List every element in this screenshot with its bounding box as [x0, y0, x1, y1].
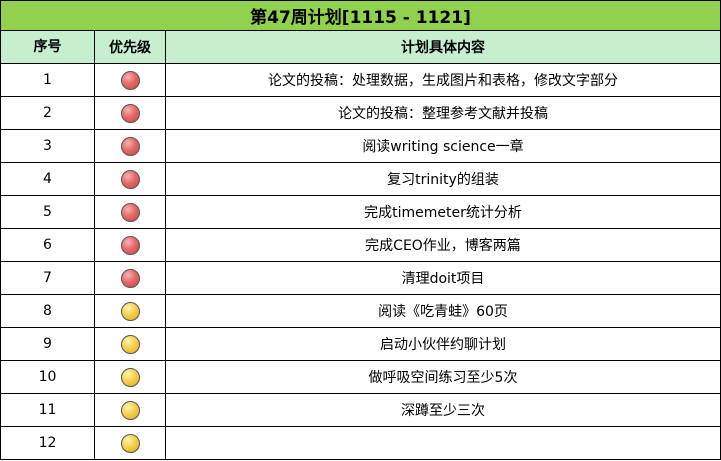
red-priority-circle-icon: [120, 103, 140, 123]
red-priority-circle-icon: [120, 202, 140, 222]
task-cell[interactable]: 完成timemeter统计分析: [165, 195, 721, 229]
header-priority[interactable]: 优先级: [94, 30, 166, 64]
red-priority-circle-icon: [120, 268, 140, 288]
task-cell[interactable]: 清理doit项目: [165, 261, 721, 295]
priority-cell[interactable]: [94, 393, 166, 427]
spreadsheet-area: 第47周计划[1115 - 1121] 序号 优先级 计划具体内容 1 论文的投稿…: [0, 0, 721, 461]
yellow-priority-circle-icon: [120, 433, 140, 453]
row-number-cell[interactable]: 6: [0, 228, 95, 262]
priority-cell[interactable]: [94, 228, 166, 262]
priority-cell[interactable]: [94, 360, 166, 394]
task-cell[interactable]: 做呼吸空间练习至少5次: [165, 360, 721, 394]
red-priority-circle-icon: [120, 235, 140, 255]
task-cell[interactable]: 完成CEO作业，博客两篇: [165, 228, 721, 262]
table-row: 2 论文的投稿：整理参考文献并投稿: [0, 96, 721, 130]
header-number[interactable]: 序号: [0, 30, 95, 64]
priority-cell[interactable]: [94, 195, 166, 229]
row-number-cell[interactable]: 8: [0, 294, 95, 328]
row-number-cell[interactable]: 7: [0, 261, 95, 295]
row-number-cell[interactable]: 2: [0, 96, 95, 130]
row-number-cell[interactable]: 11: [0, 393, 95, 427]
title-row: 第47周计划[1115 - 1121]: [0, 0, 721, 31]
row-number-cell[interactable]: 12: [0, 426, 95, 460]
row-number-cell[interactable]: 9: [0, 327, 95, 361]
task-cell[interactable]: 深蹲至少三次: [165, 393, 721, 427]
plan-title[interactable]: 第47周计划[1115 - 1121]: [0, 0, 721, 31]
priority-cell[interactable]: [94, 96, 166, 130]
table-row: 1 论文的投稿：处理数据，生成图片和表格，修改文字部分: [0, 63, 721, 97]
table-row: 9 启动小伙伴约聊计划: [0, 327, 721, 361]
task-cell[interactable]: 阅读writing science一章: [165, 129, 721, 163]
table-row: 12: [0, 426, 721, 460]
yellow-priority-circle-icon: [120, 334, 140, 354]
task-cell[interactable]: 论文的投稿：处理数据，生成图片和表格，修改文字部分: [165, 63, 721, 97]
red-priority-circle-icon: [120, 169, 140, 189]
table-row: 7 清理doit项目: [0, 261, 721, 295]
priority-cell[interactable]: [94, 63, 166, 97]
table-row: 6 完成CEO作业，博客两篇: [0, 228, 721, 262]
weekly-plan-table: 第47周计划[1115 - 1121] 序号 优先级 计划具体内容 1 论文的投稿…: [0, 0, 721, 460]
row-number-cell[interactable]: 3: [0, 129, 95, 163]
row-number-cell[interactable]: 1: [0, 63, 95, 97]
task-cell[interactable]: 阅读《吃青蛙》60页: [165, 294, 721, 328]
yellow-priority-circle-icon: [120, 301, 140, 321]
priority-cell[interactable]: [94, 162, 166, 196]
table-row: 5 完成timemeter统计分析: [0, 195, 721, 229]
priority-cell[interactable]: [94, 261, 166, 295]
task-cell[interactable]: 复习trinity的组装: [165, 162, 721, 196]
table-row: 10 做呼吸空间练习至少5次: [0, 360, 721, 394]
red-priority-circle-icon: [120, 70, 140, 90]
header-content[interactable]: 计划具体内容: [165, 30, 721, 64]
row-number-cell[interactable]: 4: [0, 162, 95, 196]
header-row: 序号 优先级 计划具体内容: [0, 30, 721, 64]
task-cell[interactable]: 启动小伙伴约聊计划: [165, 327, 721, 361]
red-priority-circle-icon: [120, 136, 140, 156]
priority-cell[interactable]: [94, 327, 166, 361]
header-number-label: 序号: [33, 38, 62, 55]
task-cell[interactable]: [165, 426, 721, 460]
table-row: 8 阅读《吃青蛙》60页: [0, 294, 721, 328]
row-number-cell[interactable]: 5: [0, 195, 95, 229]
table-row: 11 深蹲至少三次: [0, 393, 721, 427]
yellow-priority-circle-icon: [120, 400, 140, 420]
row-number-cell[interactable]: 10: [0, 360, 95, 394]
table-row: 4 复习trinity的组装: [0, 162, 721, 196]
plan-rows: 1 论文的投稿：处理数据，生成图片和表格，修改文字部分 2 论文的投稿：整理参考文献并…: [0, 63, 721, 460]
priority-cell[interactable]: [94, 129, 166, 163]
priority-cell[interactable]: [94, 426, 166, 460]
task-cell[interactable]: 论文的投稿：整理参考文献并投稿: [165, 96, 721, 130]
table-row: 3 阅读writing science一章: [0, 129, 721, 163]
priority-cell[interactable]: [94, 294, 166, 328]
yellow-priority-circle-icon: [120, 367, 140, 387]
